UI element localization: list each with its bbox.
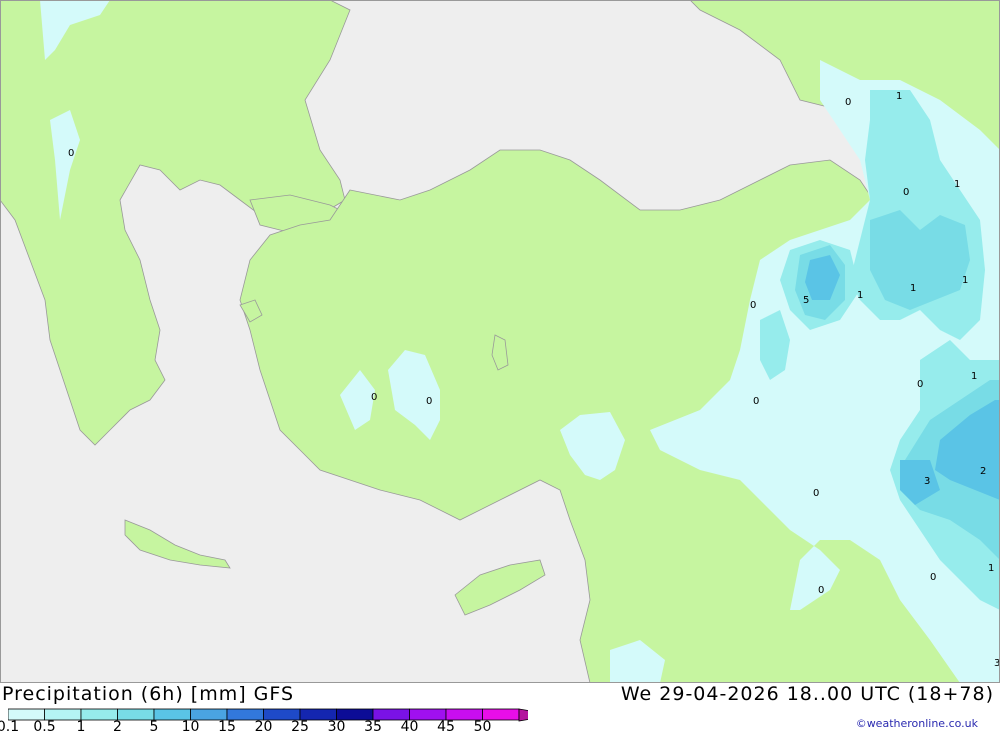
legend-swatch xyxy=(117,708,155,721)
footer: Precipitation (6h) [mm] GFS We 29-04-202… xyxy=(0,683,1000,735)
map-value-label: 0 xyxy=(930,572,936,583)
map-value-label: 0 xyxy=(917,379,923,390)
legend-swatch xyxy=(518,708,556,722)
map-value-label: 1 xyxy=(988,563,994,574)
map-value-label: 0 xyxy=(753,396,759,407)
credit-link[interactable]: ©weatheronline.co.uk xyxy=(856,717,978,730)
map-value-label: 0 xyxy=(426,396,432,407)
map-value-label: 0 xyxy=(818,585,824,596)
precipitation-map: 0 0 1 0 1 0 5 1 1 1 0 0 0 0 1 2 3 0 0 0 … xyxy=(0,0,1000,683)
map-title: Precipitation (6h) [mm] GFS xyxy=(2,683,295,705)
copyright-icon: © xyxy=(855,717,867,730)
map-value-label: 1 xyxy=(954,179,960,190)
map-value-label: 0 xyxy=(750,300,756,311)
map-value-label: 1 xyxy=(962,275,968,286)
map-value-label: 1 xyxy=(971,371,977,382)
map-value-label: 0 xyxy=(68,148,74,159)
map-value-label: 0 xyxy=(845,97,851,108)
forecast-datetime: We 29-04-2026 18..00 UTC (18+78) xyxy=(620,683,994,705)
map-value-label: 2 xyxy=(980,466,986,477)
legend-swatch xyxy=(80,708,118,721)
map-value-label: 3 xyxy=(924,476,930,487)
map-value-label: 0 xyxy=(813,488,819,499)
map-value-label: 1 xyxy=(910,283,916,294)
map-value-label: 0 xyxy=(903,187,909,198)
map-value-label: 1 xyxy=(857,290,863,301)
credit-text: weatheronline.co.uk xyxy=(866,717,978,730)
map-value-label: 5 xyxy=(803,295,809,306)
map-value-label: 0 xyxy=(371,392,377,403)
map-value-label: 1 xyxy=(896,91,902,102)
